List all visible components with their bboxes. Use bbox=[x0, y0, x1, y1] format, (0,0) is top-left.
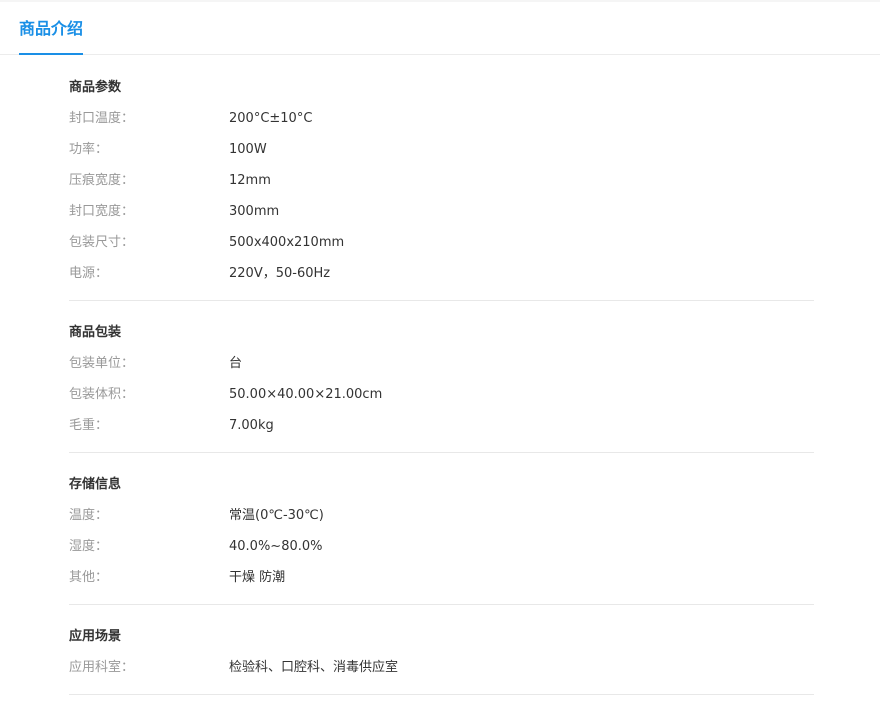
spec-value: 50.00×40.00×21.00cm bbox=[229, 387, 383, 402]
spec-label: 湿度： bbox=[69, 539, 109, 554]
spec-row: 封口宽度： 300mm bbox=[69, 196, 814, 227]
spec-row: 毛重： 7.00kg bbox=[69, 410, 814, 441]
spec-row: 其他： 干燥 防潮 bbox=[69, 562, 814, 593]
spec-row: 湿度： 40.0%~80.0% bbox=[69, 531, 814, 562]
spec-label: 压痕宽度： bbox=[69, 173, 135, 188]
spec-value: 12mm bbox=[229, 173, 271, 188]
spec-label: 封口宽度： bbox=[69, 204, 135, 219]
spec-value: 台 bbox=[229, 356, 243, 371]
spec-label: 温度： bbox=[69, 508, 109, 523]
section-title: 应用场景 bbox=[69, 629, 122, 644]
spec-label: 包装尺寸： bbox=[69, 235, 135, 250]
spec-row: 包装体积： 50.00×40.00×21.00cm bbox=[69, 379, 814, 410]
spec-value: 40.0%~80.0% bbox=[229, 539, 323, 554]
spec-value: 220V，50-60Hz bbox=[229, 266, 331, 281]
spec-label: 毛重： bbox=[69, 418, 109, 433]
spec-value: 300mm bbox=[229, 204, 280, 219]
spec-label: 电源： bbox=[69, 266, 109, 281]
spec-row: 压痕宽度： 12mm bbox=[69, 165, 814, 196]
spec-value: 200°C±10°C bbox=[229, 111, 313, 126]
spec-row: 包装尺寸： 500x400x210mm bbox=[69, 227, 814, 258]
spec-row: 封口温度： 200°C±10°C bbox=[69, 103, 814, 134]
section-application-scenario: 应用场景 应用科室： 检验科、口腔科、消毒供应室 bbox=[69, 621, 814, 695]
spec-row: 电源： 220V，50-60Hz bbox=[69, 258, 814, 289]
spec-value: 常温(0℃-30℃) bbox=[229, 508, 324, 523]
spec-row: 应用科室： 检验科、口腔科、消毒供应室 bbox=[69, 652, 814, 683]
tab-active-indicator bbox=[19, 53, 83, 55]
tab-bar: 商品介绍 bbox=[0, 2, 880, 55]
spec-label: 包装单位： bbox=[69, 356, 135, 371]
spec-value: 检验科、口腔科、消毒供应室 bbox=[229, 660, 399, 675]
tab-product-intro[interactable]: 商品介绍 bbox=[19, 2, 83, 55]
spec-row: 功率： 100W bbox=[69, 134, 814, 165]
spec-label: 其他： bbox=[69, 570, 109, 585]
section-title: 商品参数 bbox=[69, 80, 122, 95]
spec-value: 干燥 防潮 bbox=[229, 570, 286, 585]
spec-value: 100W bbox=[229, 142, 267, 157]
spec-label: 包装体积： bbox=[69, 387, 135, 402]
section-title: 商品包装 bbox=[69, 325, 122, 340]
spec-value: 500x400x210mm bbox=[229, 235, 345, 250]
spec-label: 应用科室： bbox=[69, 660, 135, 675]
spec-label: 封口温度： bbox=[69, 111, 135, 126]
spec-label: 功率： bbox=[69, 142, 109, 157]
section-product-params: 商品参数 封口温度： 200°C±10°C 功率： 100W 压痕宽度： 12m… bbox=[69, 72, 814, 301]
section-storage-info: 存储信息 温度： 常温(0℃-30℃) 湿度： 40.0%~80.0% 其他： … bbox=[69, 469, 814, 605]
spec-row: 包装单位： 台 bbox=[69, 348, 814, 379]
section-title: 存储信息 bbox=[69, 477, 122, 492]
spec-row: 温度： 常温(0℃-30℃) bbox=[69, 500, 814, 531]
product-spec-content: 商品参数 封口温度： 200°C±10°C 功率： 100W 压痕宽度： 12m… bbox=[69, 72, 814, 711]
spec-value: 7.00kg bbox=[229, 418, 274, 433]
section-product-packaging: 商品包装 包装单位： 台 包装体积： 50.00×40.00×21.00cm 毛… bbox=[69, 317, 814, 453]
